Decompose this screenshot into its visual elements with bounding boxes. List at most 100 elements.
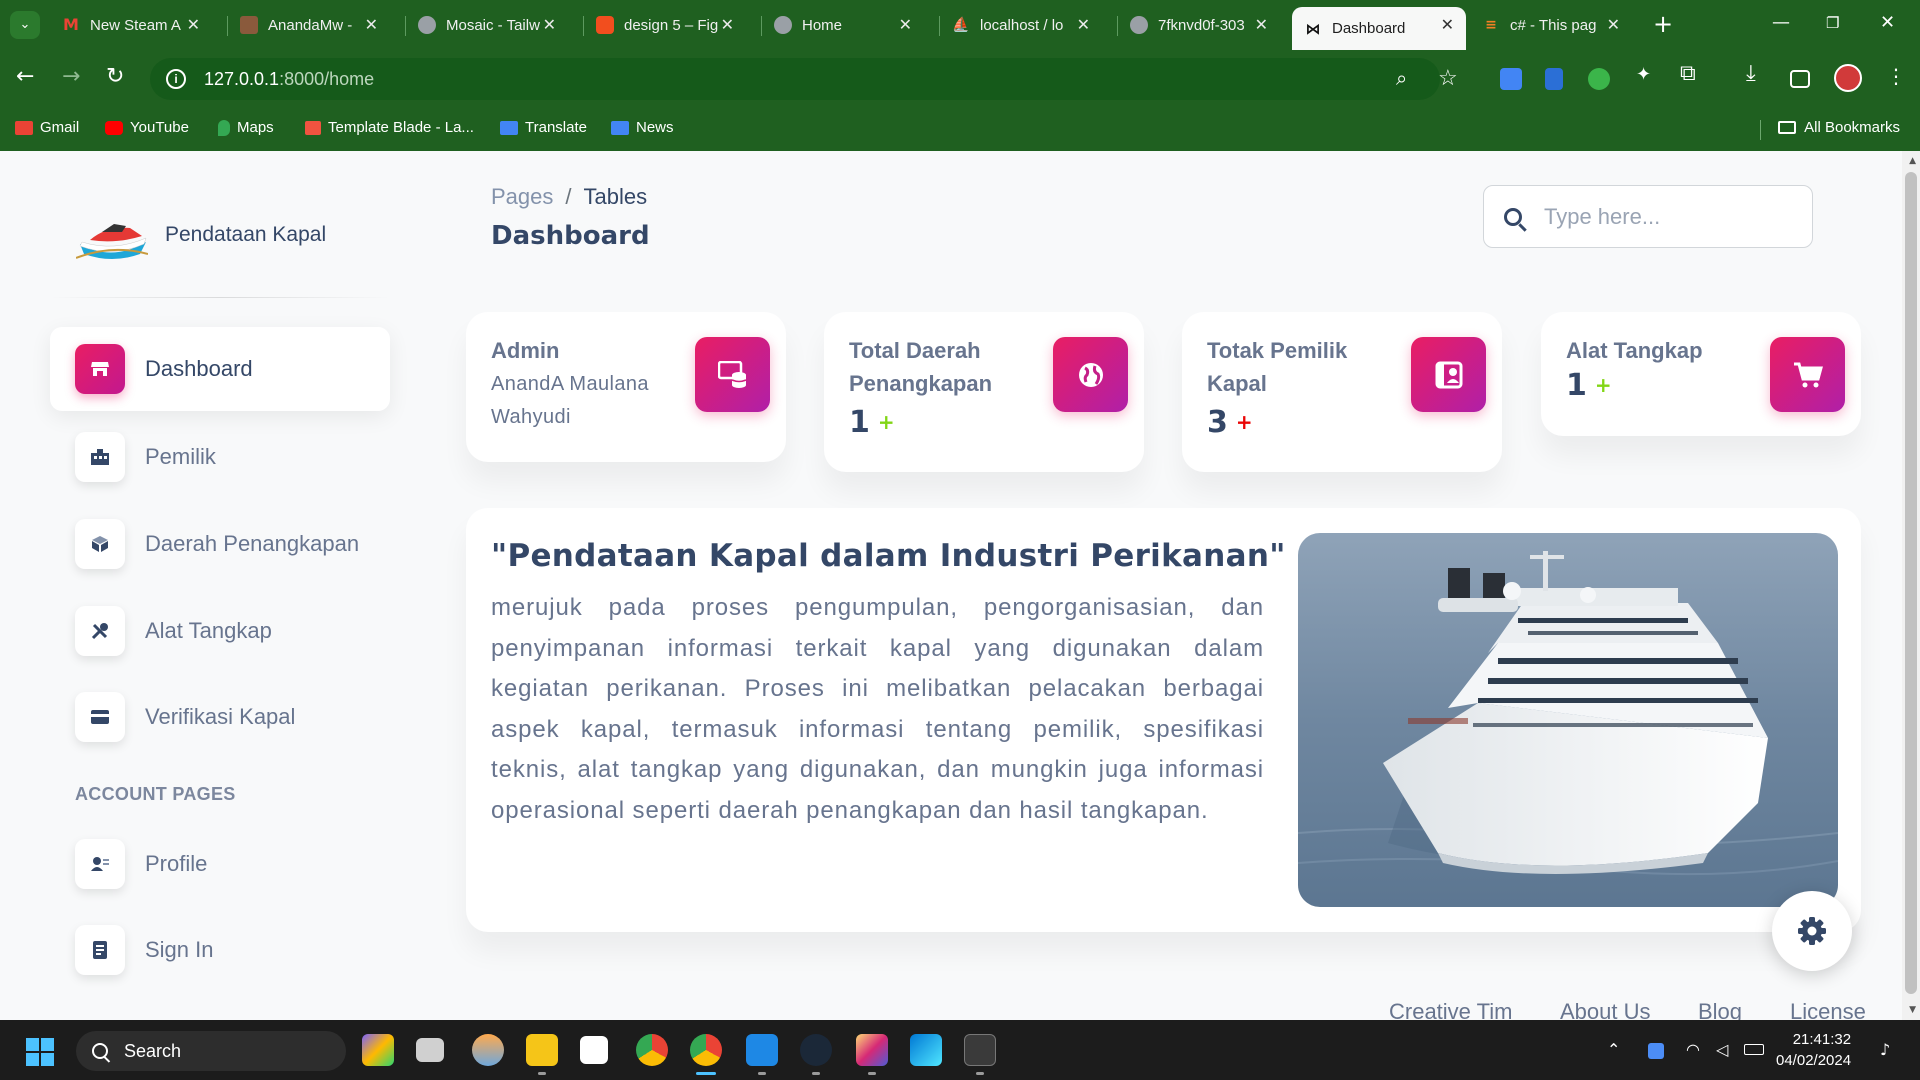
taskbar-search[interactable]: Search [76,1031,346,1071]
browser-tab[interactable]: AnandaMw - ✕ [228,7,390,43]
stat-card-admin: Admin AnandA Maulana Wahyudi [466,312,786,462]
url-host: 127.0.0.1 [204,68,280,89]
browser-tab-active[interactable]: ⋈ Dashboard ✕ [1292,7,1466,50]
sidebar-item-dashboard[interactable]: Dashboard [50,327,390,411]
stat-value: 1 + [849,405,895,440]
footer-link-about-us[interactable]: About Us [1560,999,1651,1020]
section-title-account-pages: ACCOUNT PAGES [75,784,236,804]
system-clock[interactable]: 21:41:32 04/02/2024 [1776,1029,1851,1071]
wifi-icon[interactable]: ◠ [1686,1040,1700,1059]
site-info-icon[interactable]: i [166,69,186,89]
sidebar-item-profile[interactable]: Profile [50,822,390,906]
file-explorer-icon[interactable] [526,1034,558,1066]
extensions-puzzle-icon[interactable]: ⧉ [1680,61,1702,86]
laravel-icon [305,120,321,135]
settings-fab[interactable] [1772,891,1852,971]
tab-search-button[interactable]: ⌄ [10,11,40,39]
close-tab-icon[interactable]: ✕ [1255,15,1268,34]
stat-card-total-pemilik: Totak Pemilik Kapal 3 + [1182,312,1502,472]
side-panel-icon[interactable] [1790,70,1810,88]
copilot-icon[interactable] [362,1034,394,1066]
scroll-up-icon[interactable]: ▲ [1909,156,1916,166]
bookmark-youtube[interactable]: YouTube [105,119,189,136]
close-tab-icon[interactable]: ✕ [1077,15,1090,34]
chrome-icon[interactable] [636,1034,668,1066]
address-bar[interactable]: i 127.0.0.1:8000/home ⌕ ☆ [150,58,1458,100]
gmail-icon [15,120,33,135]
footer-link-license[interactable]: License [1790,999,1866,1020]
sidebar-item-verifikasi-kapal[interactable]: Verifikasi Kapal [50,675,390,759]
search-input[interactable] [1544,203,1794,230]
close-tab-icon[interactable]: ✕ [1441,15,1454,34]
scroll-down-icon[interactable]: ▼ [1909,1005,1916,1015]
sidebar-item-alat-tangkap[interactable]: Alat Tangkap [50,589,390,673]
restore-icon[interactable]: ❐ [1826,14,1839,32]
download-icon[interactable]: ⤓ [1746,61,1768,86]
browser-menu-icon[interactable]: ⋮ [1886,64,1906,88]
footer-link-blog[interactable]: Blog [1698,999,1742,1020]
breadcrumb-root[interactable]: Pages [491,184,553,209]
battery-icon[interactable] [1744,1044,1764,1055]
translate-extension-icon[interactable] [1500,68,1522,90]
notification-bell-icon[interactable]: ♪ [1880,1040,1890,1059]
footer-link-creative-tim[interactable]: Creative Tim [1389,999,1512,1020]
forward-icon[interactable]: → [62,64,80,89]
task-view-icon[interactable] [416,1038,444,1062]
close-tab-icon[interactable]: ✕ [187,15,200,34]
tray-overflow-icon[interactable]: ⌃ [1607,1040,1620,1059]
bookmark-template-blade[interactable]: Template Blade - La... [305,119,474,136]
close-tab-icon[interactable]: ✕ [1607,15,1620,34]
close-tab-icon[interactable]: ✕ [899,15,912,34]
microsoft-store-icon[interactable] [580,1036,608,1064]
stat-label: Totak Pemilik Kapal [1207,338,1348,396]
close-tab-icon[interactable]: ✕ [721,15,734,34]
sidebar-item-pemilik[interactable]: Pemilik [50,415,390,499]
bookmark-maps[interactable]: Maps [218,119,274,136]
back-icon[interactable]: ← [16,64,34,89]
url-path: :8000/home [279,68,375,89]
sidebar-item-sign-in[interactable]: Sign In [50,908,390,992]
globe-icon [418,16,436,34]
browser-tab[interactable]: 7fknvd0f-303 ✕ [1118,7,1280,43]
sidebar-item-daerah-penangkapan[interactable]: Daerah Penangkapan [50,502,390,586]
gear-icon [1798,917,1826,945]
steam-icon[interactable] [800,1034,832,1066]
brand-name[interactable]: Pendataan Kapal [165,223,326,247]
reload-icon[interactable]: ↻ [106,64,124,89]
close-tab-icon[interactable]: ✕ [543,15,556,34]
bookmark-gmail[interactable]: Gmail [15,119,79,136]
zoom-icon[interactable]: ⌕ [1396,68,1407,91]
browser-tab[interactable]: ⛵ localhost / lo ✕ [940,7,1102,43]
docs-extension-icon[interactable] [1545,68,1563,90]
snipping-tool-icon[interactable] [910,1034,942,1066]
stat-label: Alat Tangkap [1566,338,1703,363]
volume-icon[interactable]: ◁ [1716,1040,1728,1059]
new-tab-button[interactable]: + [1653,10,1673,38]
chrome-active-icon[interactable] [690,1034,722,1066]
extension-icon[interactable] [1588,68,1610,90]
profile-avatar[interactable] [1834,64,1862,92]
browser-tab[interactable]: design 5 – Fig ✕ [584,7,746,43]
browser-tab[interactable]: Home ✕ [762,7,924,43]
close-window-icon[interactable]: ✕ [1880,12,1895,33]
all-bookmarks[interactable]: All Bookmarks [1778,119,1900,136]
instagram-icon[interactable] [856,1034,888,1066]
bookmark-translate[interactable]: Translate [500,119,587,136]
terminal-icon[interactable] [964,1034,996,1066]
minimize-icon[interactable]: — [1772,12,1790,33]
stat-card-alat-tangkap: Alat Tangkap 1 + [1541,312,1861,436]
bookmark-star-icon[interactable]: ☆ [1438,65,1458,91]
bookmark-news[interactable]: News [611,119,674,136]
browser-tab[interactable]: ≡ c# - This pag ✕ [1470,7,1632,43]
scrollbar-thumb[interactable] [1905,172,1917,994]
close-tab-icon[interactable]: ✕ [365,15,378,34]
browser-tab[interactable]: Mosaic - Tailw ✕ [406,7,568,43]
vscode-icon[interactable] [746,1034,778,1066]
browser-tab[interactable]: M New Steam A ✕ [50,7,212,43]
paw-extension-icon[interactable]: ✦ [1636,64,1658,86]
tray-app-icon[interactable] [1648,1043,1664,1059]
windows-start-icon[interactable] [26,1038,54,1066]
search-box[interactable] [1483,185,1813,248]
weather-icon[interactable] [472,1034,504,1066]
stat-card-total-daerah: Total Daerah Penangkapan 1 + [824,312,1144,472]
